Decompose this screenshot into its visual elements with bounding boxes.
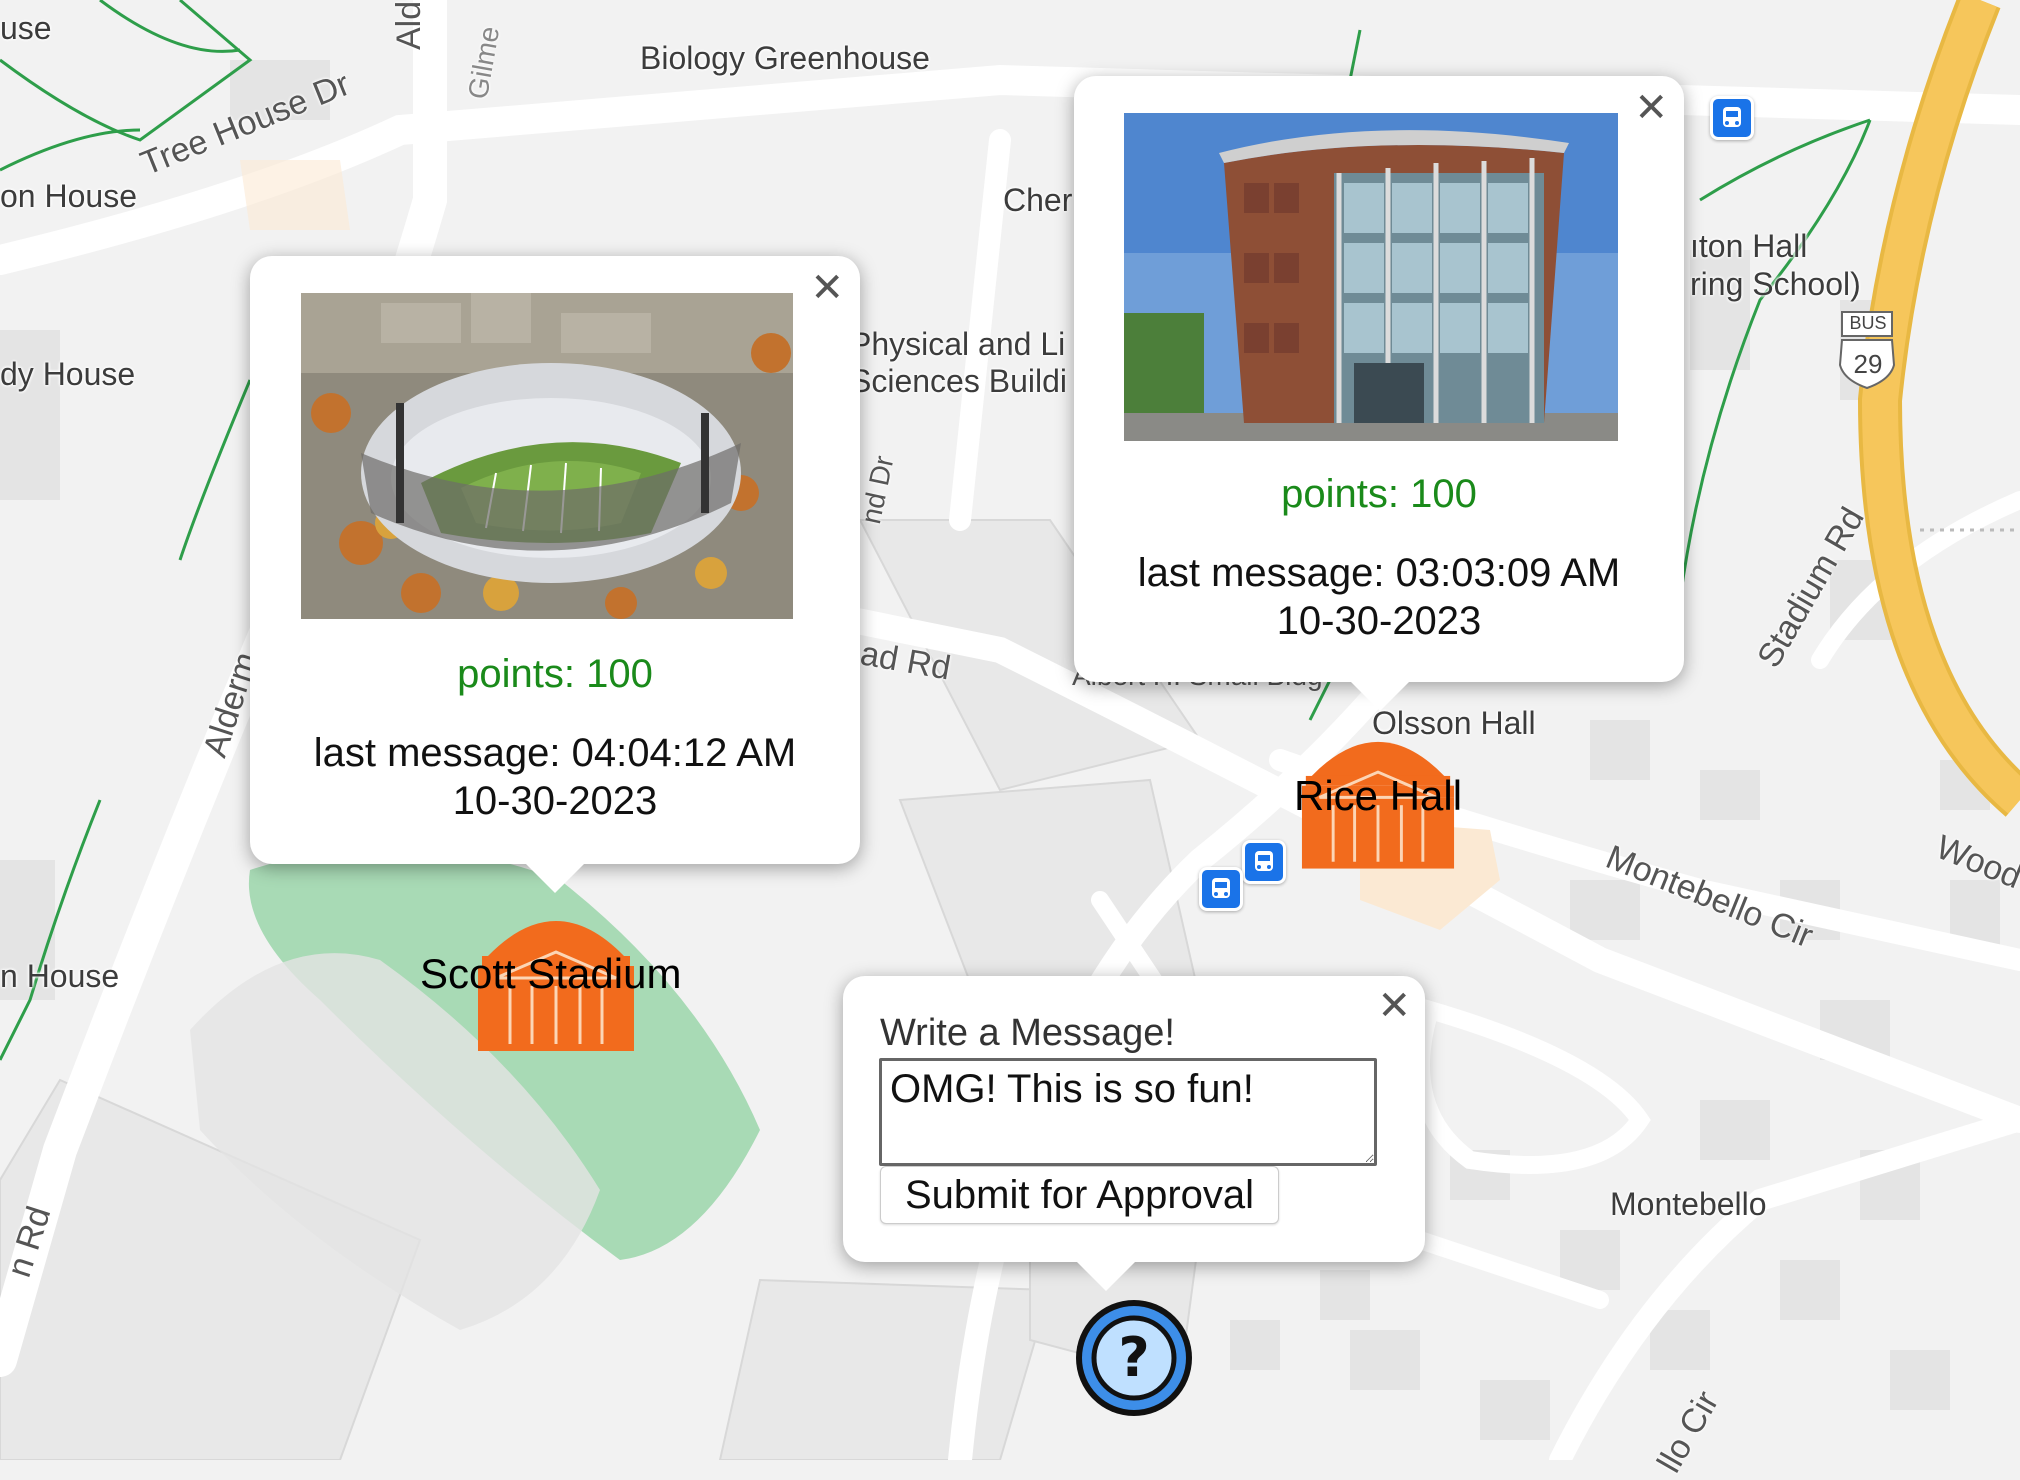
map-label: Cher bbox=[1003, 182, 1073, 218]
map-label-biology-greenhouse: Biology Greenhouse bbox=[640, 40, 930, 76]
map-label: dy House bbox=[0, 356, 136, 392]
bus-stop-icon[interactable] bbox=[1199, 867, 1243, 911]
popup-tail bbox=[525, 863, 585, 893]
points-text: points: 100 bbox=[1281, 472, 1477, 516]
map-label-physical-life-sciences-2: Sciences Buildi bbox=[850, 363, 1067, 399]
map-label: use bbox=[0, 10, 52, 46]
map-label: n House bbox=[0, 958, 120, 994]
submit-for-approval-button[interactable]: Submit for Approval bbox=[880, 1166, 1280, 1224]
marker-unknown[interactable]: ? bbox=[1072, 1296, 1196, 1420]
close-icon[interactable]: ✕ bbox=[1377, 986, 1411, 1026]
rice-hall-photo bbox=[1124, 113, 1618, 441]
bus-stop-icon[interactable] bbox=[1710, 96, 1754, 140]
last-message-text: last message: 04:04:12 AM bbox=[313, 731, 797, 775]
svg-text:?: ? bbox=[1118, 1326, 1149, 1389]
close-icon[interactable]: ✕ bbox=[810, 268, 844, 308]
popup-tail bbox=[1076, 1261, 1136, 1291]
bus-stop-icon[interactable] bbox=[1242, 840, 1286, 884]
road-label-alderman: Alde bbox=[390, 0, 428, 50]
last-message-date: 10-30-2023 bbox=[1276, 599, 1482, 643]
close-icon[interactable]: ✕ bbox=[1634, 88, 1668, 128]
map-label-physical-life-sciences: Physical and Li bbox=[850, 326, 1066, 362]
route-shield-number: 29 bbox=[1853, 349, 1883, 379]
question-mark-icon: ? bbox=[1076, 1300, 1192, 1416]
message-popup: ✕ Write a Message! Submit for Approval bbox=[843, 976, 1425, 1291]
last-message-date: 10-30-2023 bbox=[452, 779, 658, 823]
map-label-montebello: Montebello bbox=[1610, 1186, 1767, 1222]
last-message-text: last message: 03:03:09 AM bbox=[1137, 551, 1621, 595]
marker-label-rice-hall[interactable]: Rice Hall bbox=[1294, 772, 1462, 820]
points-text: points: 100 bbox=[457, 652, 653, 696]
message-input[interactable] bbox=[879, 1058, 1377, 1166]
marker-label-scott-stadium[interactable]: Scott Stadium bbox=[420, 950, 681, 998]
message-form-title: Write a Message! bbox=[880, 1012, 1175, 1054]
info-popup-scott-stadium: ✕ points: 100 last message: 04:04:12 AM … bbox=[250, 256, 860, 893]
route-shield-top-text: BUS bbox=[1849, 313, 1887, 333]
popup-tail bbox=[1350, 681, 1410, 711]
map-label-engineering-school: ring School) bbox=[1690, 266, 1861, 302]
map-label: on House bbox=[0, 178, 137, 214]
stadium-photo bbox=[301, 293, 793, 619]
map-label-thornton-hall: ıton Hall bbox=[1690, 228, 1808, 264]
info-popup-rice-hall: ✕ points: 100 last message: 03:03:09 AM … bbox=[1074, 76, 1684, 711]
